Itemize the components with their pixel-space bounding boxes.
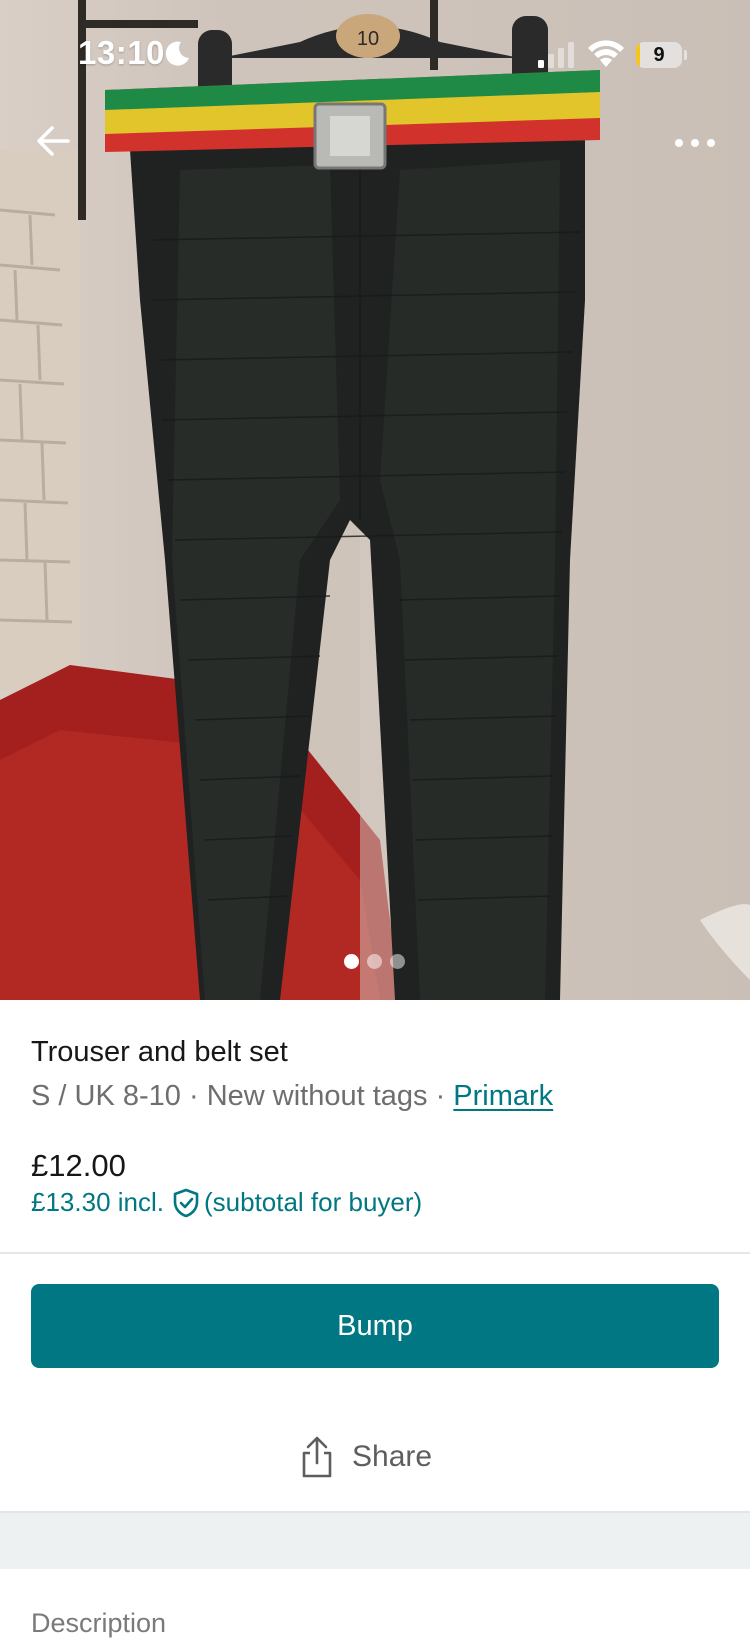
more-horizontal-icon[interactable] — [672, 128, 718, 158]
item-size: S / UK 8-10 — [31, 1080, 181, 1112]
wifi-icon — [588, 40, 624, 67]
cellular-signal-icon — [538, 42, 574, 68]
separator: · — [180, 1080, 207, 1112]
page-dot[interactable] — [344, 954, 359, 969]
share-label: Share — [352, 1440, 433, 1473]
item-attributes: S / UK 8-10 · New without tags · Primark — [31, 1074, 721, 1118]
item-price: £12.00 — [31, 1148, 126, 1183]
status-bar-time: 13:10 — [78, 34, 165, 71]
bump-button[interactable]: Bump — [31, 1284, 719, 1368]
price-incl-note: (subtotal for buyer) — [203, 1187, 423, 1217]
share-icon — [302, 1436, 332, 1478]
brand-link[interactable]: Primark — [453, 1080, 553, 1112]
item-details: Trouser and belt set S / UK 8-10 · New w… — [31, 1032, 721, 1118]
battery-level: 9 — [653, 44, 665, 66]
photo-page-indicator[interactable] — [344, 954, 405, 969]
moon-icon — [165, 41, 189, 66]
page-dot[interactable] — [390, 954, 405, 969]
trousers-photo-image: 10 — [0, 0, 750, 1000]
divider — [0, 1252, 750, 1254]
price-incl-value: £13.30 incl. — [31, 1187, 164, 1217]
description-heading: Description — [31, 1608, 167, 1638]
item-title: Trouser and belt set — [31, 1036, 288, 1068]
share-button[interactable]: Share — [300, 1432, 432, 1482]
separator: · — [427, 1080, 454, 1112]
hanger-size-label: 10 — [357, 28, 379, 50]
item-condition: New without tags — [206, 1080, 428, 1112]
arrow-left-icon[interactable] — [30, 118, 76, 164]
item-photo[interactable]: 10 13:10 9 — [0, 0, 750, 1000]
battery-tip — [684, 50, 687, 60]
battery-indicator: 9 — [636, 42, 682, 68]
section-separator — [0, 1511, 750, 1569]
page-dot[interactable] — [367, 954, 382, 969]
buyer-protection-price[interactable]: £13.30 incl. (subtotal for buyer) — [31, 1187, 422, 1218]
shield-check-icon — [173, 1188, 199, 1217]
